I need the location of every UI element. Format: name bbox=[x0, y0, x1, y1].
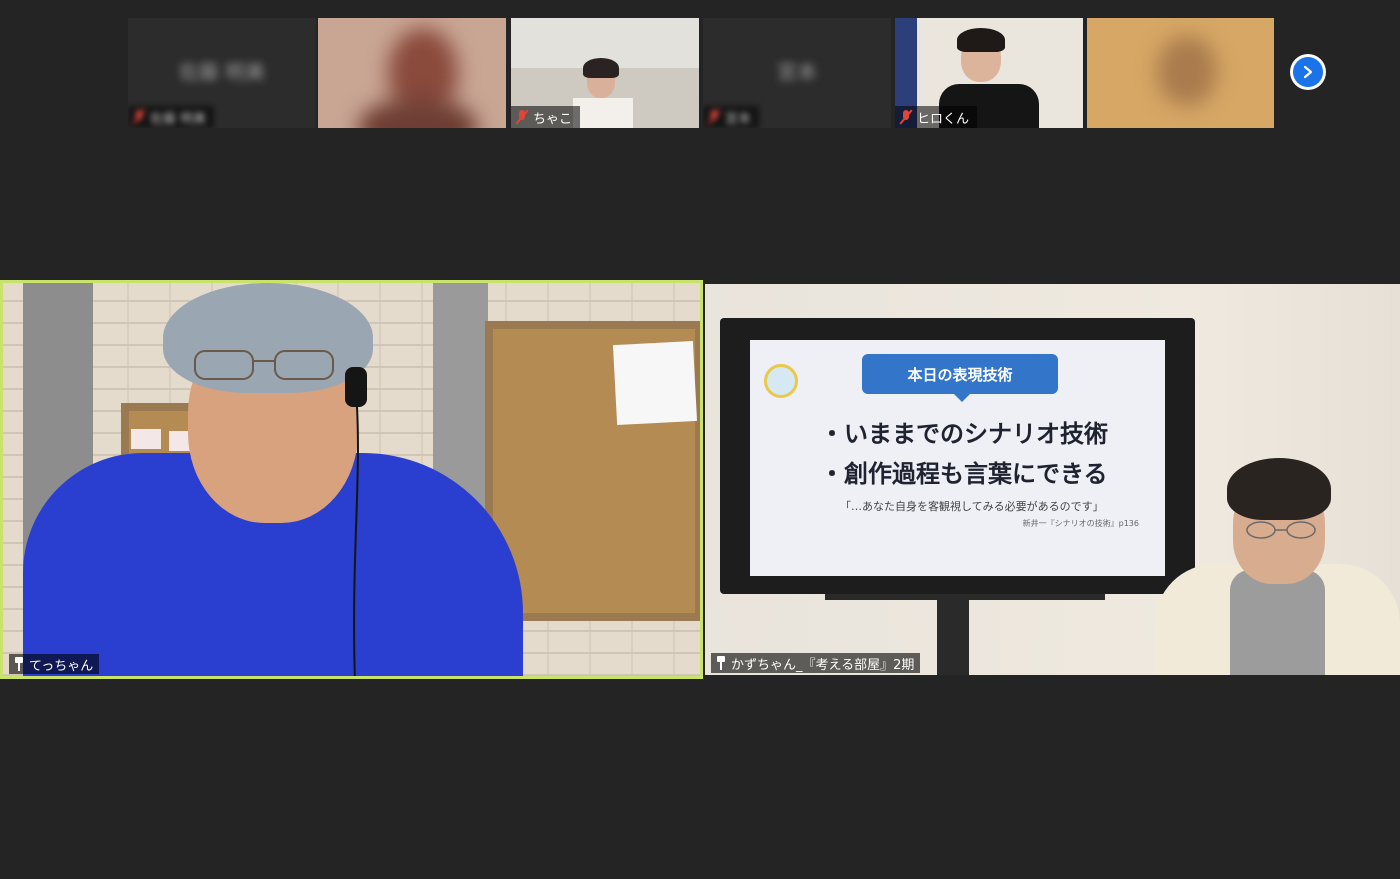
chevron-right-icon bbox=[1293, 57, 1323, 87]
slide-reference: 新井一『シナリオの技術』p136 bbox=[1022, 519, 1139, 528]
participant-blurred-name: 佐藤 明美 bbox=[178, 60, 266, 84]
slide-bullet-2: ・創作過程も言葉にできる bbox=[820, 460, 1108, 488]
mic-muted-icon bbox=[132, 109, 146, 125]
video-tile-presenter[interactable]: 本日の表現技術 ・いままでのシナリオ技術 ・創作過程も言葉にできる 「…あなた自… bbox=[705, 284, 1400, 675]
speaker-name-tag: てっちゃん bbox=[9, 654, 100, 674]
presenter-name: かずちゃん_『考える部屋』2期 bbox=[731, 657, 915, 673]
participant-tile-chako[interactable]: ちゃこ bbox=[511, 18, 699, 128]
tv-display: 本日の表現技術 ・いままでのシナリオ技術 ・創作過程も言葉にできる 「…あなた自… bbox=[720, 318, 1195, 594]
mic-muted-icon bbox=[707, 109, 721, 125]
participant-tile-1[interactable]: 佐藤 明美 佐藤 明美 bbox=[128, 18, 316, 128]
participant-label: 佐藤 明美 bbox=[128, 106, 215, 128]
pinned-note bbox=[131, 429, 161, 449]
mic-muted-icon bbox=[899, 109, 913, 125]
participant-name: 佐藤 明美 bbox=[150, 111, 207, 127]
headset-icon bbox=[345, 367, 367, 676]
slide-bullet-1: ・いままでのシナリオ技術 bbox=[820, 420, 1108, 448]
participant-video-blur bbox=[1157, 36, 1217, 106]
slide-logo bbox=[764, 364, 798, 398]
pin-icon bbox=[13, 657, 25, 671]
mic-muted-icon bbox=[515, 109, 529, 125]
participant-tile-hiro[interactable]: ヒロくん bbox=[895, 18, 1083, 128]
participant-video-blur bbox=[358, 98, 478, 128]
presenter-name-tag: かずちゃん_『考える部屋』2期 bbox=[711, 653, 921, 673]
participant-label: ヒロくん bbox=[895, 106, 978, 128]
video-tile-active-speaker[interactable]: てっちゃん bbox=[0, 280, 703, 679]
participant-shirt bbox=[573, 98, 633, 128]
participant-tile-4[interactable]: 宮本 宮本 bbox=[703, 18, 891, 128]
participant-hair bbox=[583, 58, 619, 78]
participant-label: 宮本 bbox=[703, 106, 760, 128]
participant-tile-2[interactable] bbox=[318, 18, 506, 128]
presenter-hair bbox=[1227, 458, 1331, 520]
next-page-button[interactable] bbox=[1290, 54, 1326, 90]
glasses-icon bbox=[1246, 521, 1316, 539]
participant-tile-6[interactable] bbox=[1087, 18, 1274, 128]
glasses-icon bbox=[194, 350, 334, 380]
participant-name: ヒロくん bbox=[917, 111, 970, 127]
participant-hair bbox=[957, 28, 1005, 52]
presenter-tshirt bbox=[1230, 570, 1325, 675]
participant-label: ちゃこ bbox=[511, 106, 581, 128]
pin-icon bbox=[715, 656, 727, 670]
pinned-paper bbox=[612, 340, 698, 426]
speaker-name: てっちゃん bbox=[29, 658, 94, 674]
participant-blurred-name: 宮本 bbox=[777, 60, 817, 84]
participant-name: ちゃこ bbox=[533, 111, 573, 127]
participant-name: 宮本 bbox=[725, 111, 752, 127]
slide-quote: 「…あなた自身を客観視してみる必要があるのです」 bbox=[840, 500, 1104, 513]
slide-screen: 本日の表現技術 ・いままでのシナリオ技術 ・創作過程も言葉にできる 「…あなた自… bbox=[750, 340, 1165, 576]
slide-title: 本日の表現技術 bbox=[862, 354, 1058, 402]
